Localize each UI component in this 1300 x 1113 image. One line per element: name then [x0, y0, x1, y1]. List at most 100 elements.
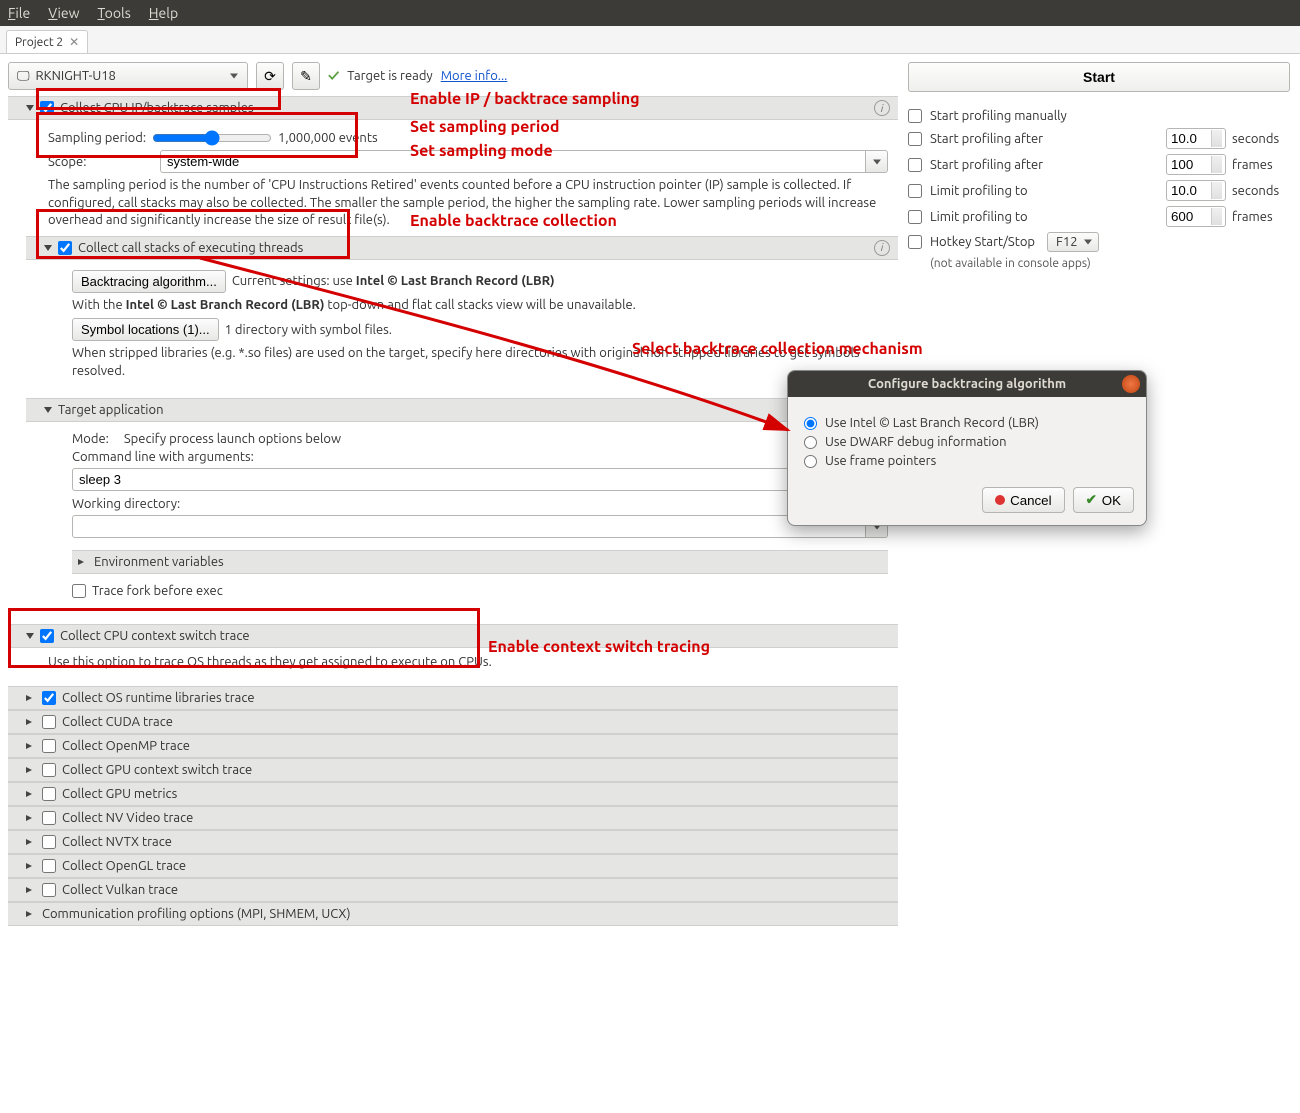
settings-button[interactable]: ✎: [292, 62, 320, 90]
backtracing-algorithm-button[interactable]: Backtracing algorithm...: [72, 270, 226, 293]
section-label: Collect NV Video trace: [62, 811, 193, 825]
dialog-title-bar[interactable]: Configure backtracing algorithm: [788, 371, 1146, 397]
menu-help[interactable]: Help: [149, 5, 178, 21]
hotkey-checkbox[interactable]: [908, 235, 922, 249]
unit-label: frames: [1232, 210, 1290, 224]
radio-fp[interactable]: [804, 455, 817, 468]
section-target-application[interactable]: Target application: [26, 398, 898, 422]
right-pane: Start Start profiling manually Start pro…: [898, 54, 1300, 1113]
section-label: Communication profiling options (MPI, SH…: [42, 907, 351, 921]
hotkey-label: Hotkey Start/Stop: [930, 235, 1035, 249]
trace-fork-checkbox[interactable]: [72, 584, 86, 598]
ctx-desc: Use this option to trace OS threads as t…: [48, 654, 888, 672]
cb[interactable]: [42, 691, 56, 705]
radio-dwarf[interactable]: [804, 436, 817, 449]
collect-ip-checkbox[interactable]: [40, 101, 54, 115]
chevron-right-icon: [26, 839, 36, 845]
limit-fr-label: Limit profiling to: [930, 210, 1158, 224]
trace-fork-label: Trace fork before exec: [92, 584, 223, 598]
cb[interactable]: [42, 859, 56, 873]
sampling-period-value: 1,000,000 events: [278, 131, 378, 145]
start-button[interactable]: Start: [908, 62, 1290, 92]
tab-project[interactable]: Project 2 ✕: [6, 30, 88, 53]
cb[interactable]: [42, 763, 56, 777]
limit-fr-spin[interactable]: [1166, 206, 1226, 227]
cb[interactable]: [42, 787, 56, 801]
scope-dropdown[interactable]: [160, 150, 866, 173]
symbol-locations-button[interactable]: Symbol locations (1)...: [72, 318, 219, 341]
section-label: Collect OpenMP trace: [62, 739, 190, 753]
section-vulkan[interactable]: Collect Vulkan trace: [8, 878, 898, 902]
collect-ctx-checkbox[interactable]: [40, 629, 54, 643]
menu-file[interactable]: FFileile: [8, 5, 30, 21]
radio-fp-label: Use frame pointers: [825, 454, 936, 468]
scope-caret[interactable]: [866, 150, 888, 173]
sampling-period-slider[interactable]: [152, 130, 272, 146]
menu-tools[interactable]: Tools: [98, 5, 131, 21]
cancel-label: Cancel: [1010, 493, 1052, 508]
chevron-right-icon: [26, 743, 36, 749]
section-nv-video[interactable]: Collect NV Video trace: [8, 806, 898, 830]
ok-button[interactable]: ✔OK: [1073, 487, 1134, 513]
cb[interactable]: [42, 739, 56, 753]
cb[interactable]: [42, 811, 56, 825]
start-manual-label: Start profiling manually: [930, 109, 1290, 123]
radio-lbr[interactable]: [804, 417, 817, 430]
section-collect-ip-samples[interactable]: Collect CPU IP/backtrace samples i: [8, 96, 898, 120]
close-icon[interactable]: [1122, 375, 1140, 393]
section-os-runtime[interactable]: Collect OS runtime libraries trace: [8, 686, 898, 710]
lbr-note: With the Intel © Last Branch Record (LBR…: [72, 297, 888, 315]
cb[interactable]: [42, 835, 56, 849]
mode-label: Mode:: [72, 432, 109, 446]
section-openmp[interactable]: Collect OpenMP trace: [8, 734, 898, 758]
mode-value: Specify process launch options below: [124, 432, 341, 446]
ok-icon: ✔: [1086, 492, 1097, 508]
section-gpu-ctx[interactable]: Collect GPU context switch trace: [8, 758, 898, 782]
section-opengl[interactable]: Collect OpenGL trace: [8, 854, 898, 878]
target-status: Target is ready: [347, 69, 432, 83]
symbol-locations-note: 1 directory with symbol files.: [225, 323, 392, 337]
section-collect-ctx-switch[interactable]: Collect CPU context switch trace: [8, 624, 898, 648]
sampling-description: The sampling period is the number of 'CP…: [48, 177, 888, 230]
section-label: Collect GPU metrics: [62, 787, 177, 801]
stripped-note: When stripped libraries (e.g. *.so files…: [72, 345, 888, 380]
section-nvtx[interactable]: Collect NVTX trace: [8, 830, 898, 854]
cancel-icon: [995, 495, 1005, 505]
section-label: Collect NVTX trace: [62, 835, 172, 849]
close-icon[interactable]: ✕: [69, 35, 79, 49]
limit-sec-spin[interactable]: [1166, 180, 1226, 201]
section-env-vars[interactable]: Environment variables: [72, 550, 888, 574]
hotkey-note: (not available in console apps): [930, 257, 1290, 270]
section-comm-profiling[interactable]: Communication profiling options (MPI, SH…: [8, 902, 898, 926]
section-collect-callstacks[interactable]: Collect call stacks of executing threads…: [26, 236, 898, 260]
info-icon[interactable]: i: [874, 100, 890, 116]
host-selector[interactable]: 🖵 RKNIGHT-U18: [8, 62, 248, 90]
tab-bar: Project 2 ✕: [0, 26, 1300, 54]
section-cuda[interactable]: Collect CUDA trace: [8, 710, 898, 734]
chevron-down-icon: [44, 245, 52, 251]
menu-view[interactable]: View: [48, 5, 79, 21]
start-after-sec-checkbox[interactable]: [908, 132, 922, 146]
limit-sec-label: Limit profiling to: [930, 184, 1158, 198]
cb[interactable]: [42, 715, 56, 729]
start-after-fr-spin[interactable]: [1166, 154, 1226, 175]
refresh-button[interactable]: ⟳: [256, 62, 284, 90]
cb[interactable]: [42, 883, 56, 897]
start-after-fr-checkbox[interactable]: [908, 158, 922, 172]
chevron-down-icon: [26, 105, 34, 111]
wd-input[interactable]: [72, 515, 866, 538]
collect-callstacks-checkbox[interactable]: [58, 241, 72, 255]
section-gpu-metrics[interactable]: Collect GPU metrics: [8, 782, 898, 806]
limit-sec-checkbox[interactable]: [908, 184, 922, 198]
hotkey-select[interactable]: F12: [1047, 232, 1099, 252]
section-label: Collect CPU context switch trace: [60, 629, 250, 643]
info-icon[interactable]: i: [874, 240, 890, 256]
start-after-sec-spin[interactable]: [1166, 128, 1226, 149]
limit-fr-checkbox[interactable]: [908, 210, 922, 224]
more-info-link[interactable]: More info...: [441, 69, 508, 83]
cmd-input[interactable]: [72, 468, 866, 491]
cancel-button[interactable]: Cancel: [982, 487, 1065, 513]
scope-label: Scope:: [48, 155, 136, 169]
host-name: RKNIGHT-U18: [36, 69, 116, 83]
start-manual-checkbox[interactable]: [908, 109, 922, 123]
